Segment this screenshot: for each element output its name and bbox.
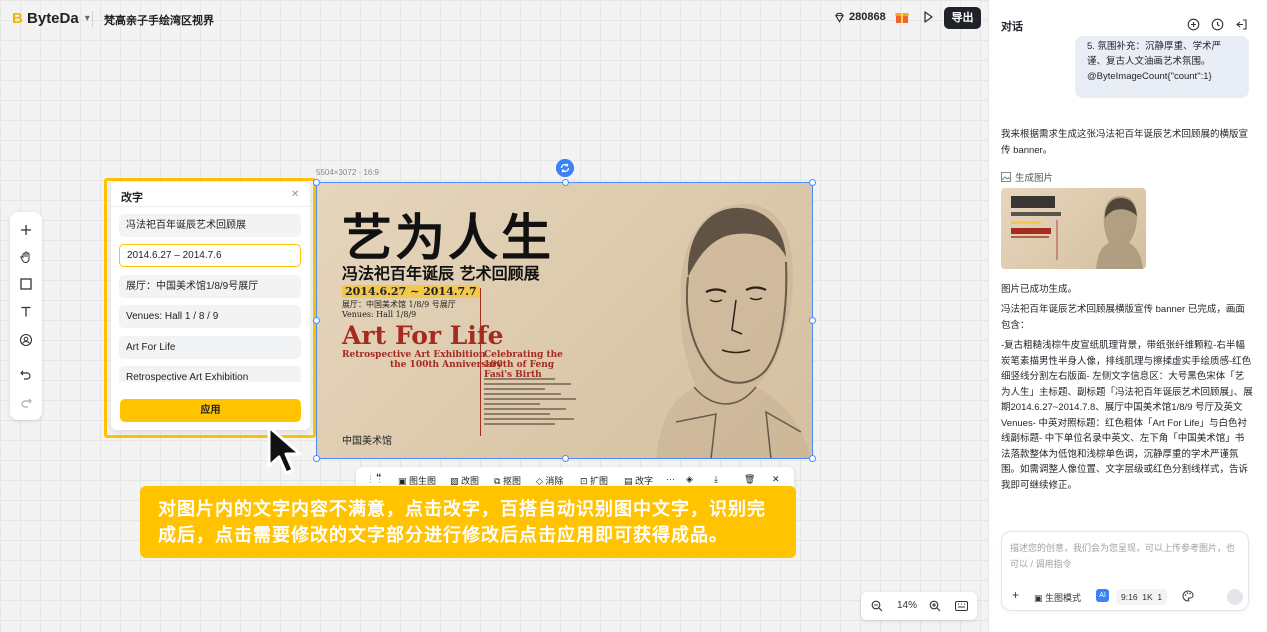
person-icon[interactable] — [18, 332, 34, 348]
text-field[interactable]: Art For Life — [119, 336, 301, 359]
left-toolbar — [10, 212, 42, 420]
pointer-cursor-icon — [267, 425, 302, 475]
undo-icon[interactable] — [18, 366, 34, 382]
rectangle-icon[interactable] — [18, 276, 34, 292]
keyboard-icon[interactable] — [955, 601, 968, 611]
generated-image-label: 生成图片 — [1001, 170, 1053, 184]
diamond-icon — [835, 12, 844, 23]
ratio-value: 9:16 — [1121, 592, 1138, 602]
more-icon[interactable]: ··· — [666, 474, 675, 484]
resize-handle[interactable] — [562, 455, 569, 462]
generated-image-thumbnail[interactable] — [1001, 188, 1146, 269]
generation-summary: 冯法祀百年诞辰艺术回顾展横版宣传 banner 已完成，画面包含： — [1001, 304, 1245, 331]
text-tool-icon[interactable] — [18, 304, 34, 320]
text-edit-panel: 改字 ✕ 冯法祀百年诞辰艺术回顾展 2014.6.27 – 2014.7.6 展… — [111, 182, 310, 430]
generation-done: 图片已成功生成。 — [1001, 284, 1078, 295]
generated-image-text: 生成图片 — [1015, 173, 1054, 184]
send-button[interactable] — [1227, 589, 1243, 605]
resize-handle[interactable] — [809, 455, 816, 462]
new-chat-icon[interactable] — [1187, 18, 1200, 31]
count-value: 1 — [1157, 592, 1163, 602]
tutorial-caption: 对图片内的文字内容不满意，点击改字，百搭自动识别图中文字，识别完成后，点击需要修… — [140, 486, 796, 558]
zoom-level[interactable]: 14% — [897, 600, 917, 611]
download-icon[interactable]: ⤓ — [714, 474, 718, 485]
text-field[interactable]: 冯法祀百年诞辰艺术回顾展 — [119, 214, 301, 237]
delete-icon[interactable]: 🗑 — [744, 474, 755, 485]
add-attachment-icon[interactable]: + — [1012, 588, 1019, 602]
zoom-out-icon[interactable] — [871, 600, 883, 612]
resize-handle[interactable] — [313, 317, 320, 324]
image-dimensions: 5504×3072 · 16:9 — [316, 168, 379, 177]
ratio-selector[interactable]: 9:16 1K 1 — [1116, 589, 1168, 605]
thumbnail-preview — [1011, 196, 1143, 269]
panel-title: 改字 — [121, 192, 143, 204]
model-icon[interactable]: AI — [1096, 589, 1109, 602]
zoom-in-icon[interactable] — [929, 600, 941, 612]
divider — [92, 11, 93, 27]
credits-value: 280868 — [849, 11, 886, 23]
chat-title: 对话 — [1001, 21, 1023, 33]
export-button[interactable]: 导出 — [944, 7, 981, 29]
apply-button[interactable]: 应用 — [120, 399, 301, 422]
erase-label: 消除 — [545, 476, 564, 486]
chat-input-placeholder[interactable]: 描述您的创意，我们会为您呈现，可以上传参考图片，也可以 / 调用指令 — [1010, 540, 1242, 572]
text-field-active[interactable]: 2014.6.27 – 2014.7.6 — [119, 244, 301, 267]
resize-handle[interactable] — [313, 455, 320, 462]
brand-menu[interactable]: B ByteDa ▾ — [12, 10, 90, 27]
mode-label: 生图模式 — [1045, 593, 1082, 603]
resize-handle[interactable] — [313, 179, 320, 186]
zoom-control: 14% — [861, 592, 977, 620]
edit-text-label: 改字 — [635, 476, 654, 486]
quote-icon[interactable]: “ — [376, 472, 382, 484]
add-icon[interactable] — [18, 222, 34, 238]
project-title[interactable]: 梵高亲子手绘湾区视界 — [104, 12, 214, 28]
user-message-bubble: 5. 氛围补充：沉静厚重、学术严谨、复古人文油画艺术氛围。@ByteImageC… — [1075, 36, 1249, 98]
divider — [111, 206, 310, 207]
close-icon[interactable]: ✕ — [772, 474, 780, 485]
text-field[interactable]: Retrospective Art Exhibition — [119, 366, 301, 382]
cutout-label: 抠图 — [502, 476, 521, 486]
redo-icon[interactable] — [18, 394, 34, 410]
gift-icon[interactable] — [894, 9, 910, 25]
palette-icon[interactable] — [1182, 590, 1194, 602]
history-icon[interactable] — [1211, 18, 1224, 31]
layers-icon[interactable]: ◈ — [686, 474, 693, 485]
resize-handle[interactable] — [562, 179, 569, 186]
hand-icon[interactable] — [18, 249, 34, 265]
resize-handle[interactable] — [809, 179, 816, 186]
chat-input-box[interactable]: 描述您的创意，我们会为您呈现，可以上传参考图片，也可以 / 调用指令 + ▣ 生… — [1001, 531, 1249, 611]
selection-frame[interactable] — [313, 179, 816, 462]
close-icon[interactable]: ✕ — [291, 189, 299, 200]
brand-logo: B ByteDa — [12, 10, 79, 27]
play-icon[interactable] — [920, 9, 936, 25]
chat-panel: 对话 5. 氛围补充：沉静厚重、学术严谨、复古人文油画艺术氛围。@ByteIma… — [988, 0, 1267, 632]
text-field[interactable]: Venues: Hall 1 / 8 / 9 — [119, 305, 301, 328]
refresh-icon[interactable] — [556, 159, 574, 177]
edit-image-label: 改图 — [461, 476, 480, 486]
image-to-image-label: 图生图 — [409, 476, 437, 486]
image-icon — [1001, 172, 1011, 182]
credits-display[interactable]: 280868 — [834, 11, 886, 23]
mode-selector[interactable]: ▣ 生图模式 — [1034, 591, 1081, 604]
collapse-panel-icon[interactable] — [1235, 18, 1248, 31]
chevron-down-icon: ▾ — [84, 13, 90, 24]
resize-handle[interactable] — [809, 317, 816, 324]
assistant-intro: 我来根据需求生成这张冯法祀百年诞辰艺术回顾展的横版宣传 banner。 — [1001, 129, 1249, 156]
resolution-value: 1K — [1142, 592, 1153, 602]
text-field[interactable]: 展厅：中国美术馆1/8/9号展厅 — [119, 275, 301, 298]
expand-label: 扩图 — [590, 476, 609, 486]
generation-details: -复古粗糙浅棕牛皮宣纸肌理背景，带纸张纤维颗粒-右半幅炭笔素描男性半身人像，排线… — [1001, 340, 1253, 491]
